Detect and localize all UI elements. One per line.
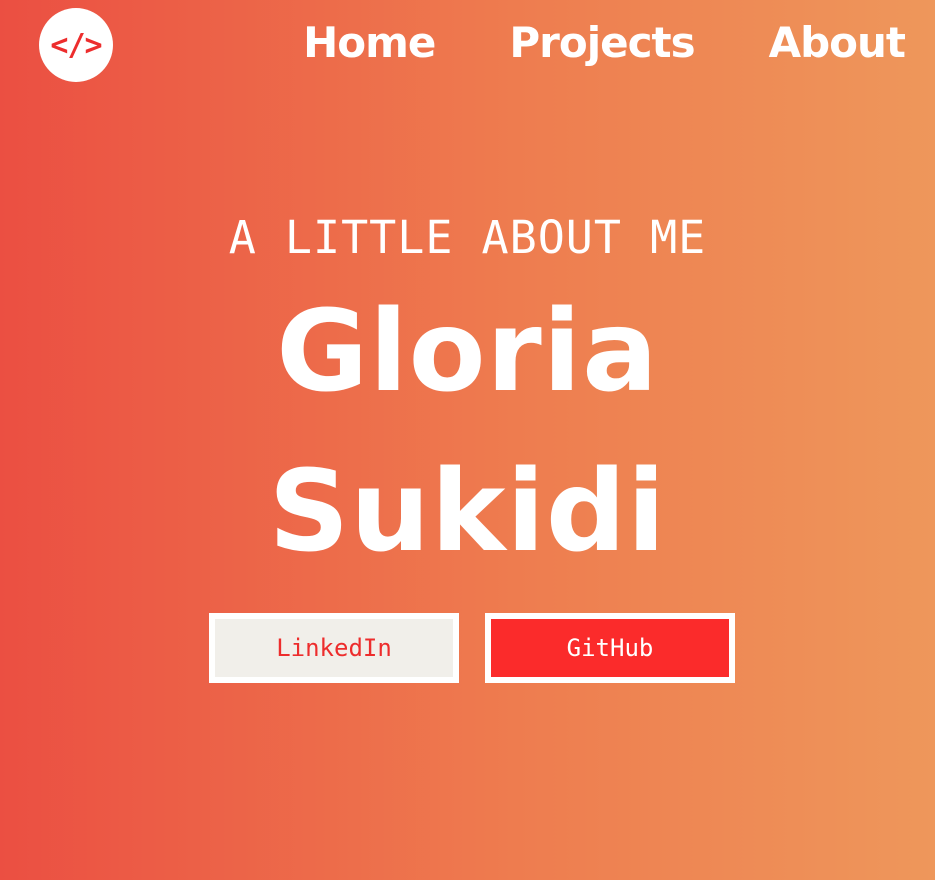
- nav-link-projects[interactable]: Projects: [509, 14, 695, 72]
- hero-last-name: Sukidi: [268, 447, 667, 577]
- social-buttons: LinkedIn GitHub: [209, 613, 735, 683]
- hero-name: Gloria Sukidi: [0, 272, 935, 592]
- code-brackets-icon: </>: [50, 27, 102, 63]
- github-button[interactable]: GitHub: [485, 613, 735, 683]
- hero-kicker: A LITTLE ABOUT ME: [228, 211, 707, 264]
- nav-link-home[interactable]: Home: [303, 14, 436, 72]
- nav-link-about[interactable]: About: [769, 14, 906, 72]
- linkedin-button[interactable]: LinkedIn: [209, 613, 459, 683]
- hero-first-name: Gloria: [276, 287, 659, 417]
- home-logo-button[interactable]: </>: [39, 8, 113, 82]
- hero-section: A LITTLE ABOUT ME Gloria Sukidi: [0, 208, 935, 592]
- main-nav: Home Projects About: [303, 14, 906, 72]
